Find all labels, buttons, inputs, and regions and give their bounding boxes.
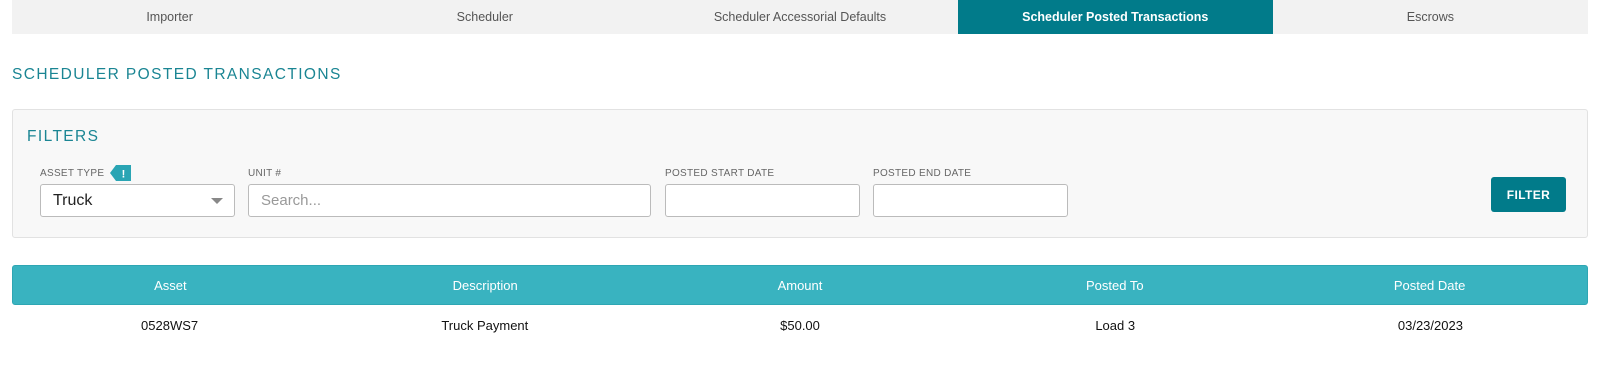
- asset-type-value: Truck: [53, 191, 93, 209]
- tab-escrows[interactable]: Escrows: [1273, 0, 1588, 34]
- posted-start-date-label: POSTED START DATE: [665, 168, 775, 179]
- filters-panel: FILTERS ASSET TYPE ! Truck UNIT # POSTED…: [12, 109, 1588, 238]
- asset-type-label: ASSET TYPE: [40, 168, 105, 179]
- tab-scheduler[interactable]: Scheduler: [327, 0, 642, 34]
- filter-button[interactable]: FILTER: [1491, 177, 1566, 212]
- table-row[interactable]: 0528WS7 Truck Payment $50.00 Load 3 03/2…: [12, 305, 1588, 346]
- unit-search-input[interactable]: [248, 184, 651, 217]
- tab-importer[interactable]: Importer: [12, 0, 327, 34]
- tab-bar: Importer Scheduler Scheduler Accessorial…: [12, 0, 1588, 34]
- asset-type-select[interactable]: Truck: [40, 184, 235, 217]
- exclamation-tag-icon[interactable]: !: [110, 165, 131, 181]
- page-title: SCHEDULER POSTED TRANSACTIONS: [12, 66, 342, 83]
- table-header: Asset Description Amount Posted To Poste…: [12, 265, 1588, 305]
- transactions-table: Asset Description Amount Posted To Poste…: [12, 265, 1588, 346]
- cell-posted-date: 03/23/2023: [1397, 318, 1463, 333]
- filters-title: FILTERS: [27, 128, 100, 145]
- cell-amount: $50.00: [780, 318, 820, 333]
- cell-description: Truck Payment: [441, 318, 529, 333]
- cell-posted-to: Load 3: [1095, 318, 1136, 333]
- tab-scheduler-accessorial-defaults[interactable]: Scheduler Accessorial Defaults: [642, 0, 957, 34]
- column-header-posted-date[interactable]: Posted Date: [1272, 266, 1587, 304]
- chevron-down-icon: [211, 198, 223, 204]
- posted-end-date-label: POSTED END DATE: [873, 168, 972, 179]
- posted-end-date-input[interactable]: [873, 184, 1068, 217]
- column-header-asset[interactable]: Asset: [13, 266, 328, 304]
- info-glyph: !: [122, 169, 126, 181]
- column-header-description[interactable]: Description: [328, 266, 643, 304]
- column-header-posted-to[interactable]: Posted To: [957, 266, 1272, 304]
- posted-start-date-input[interactable]: [665, 184, 860, 217]
- tab-scheduler-posted-transactions[interactable]: Scheduler Posted Transactions: [957, 0, 1273, 34]
- column-header-amount[interactable]: Amount: [643, 266, 958, 304]
- unit-label: UNIT #: [248, 168, 282, 179]
- cell-asset: 0528WS7: [141, 318, 199, 333]
